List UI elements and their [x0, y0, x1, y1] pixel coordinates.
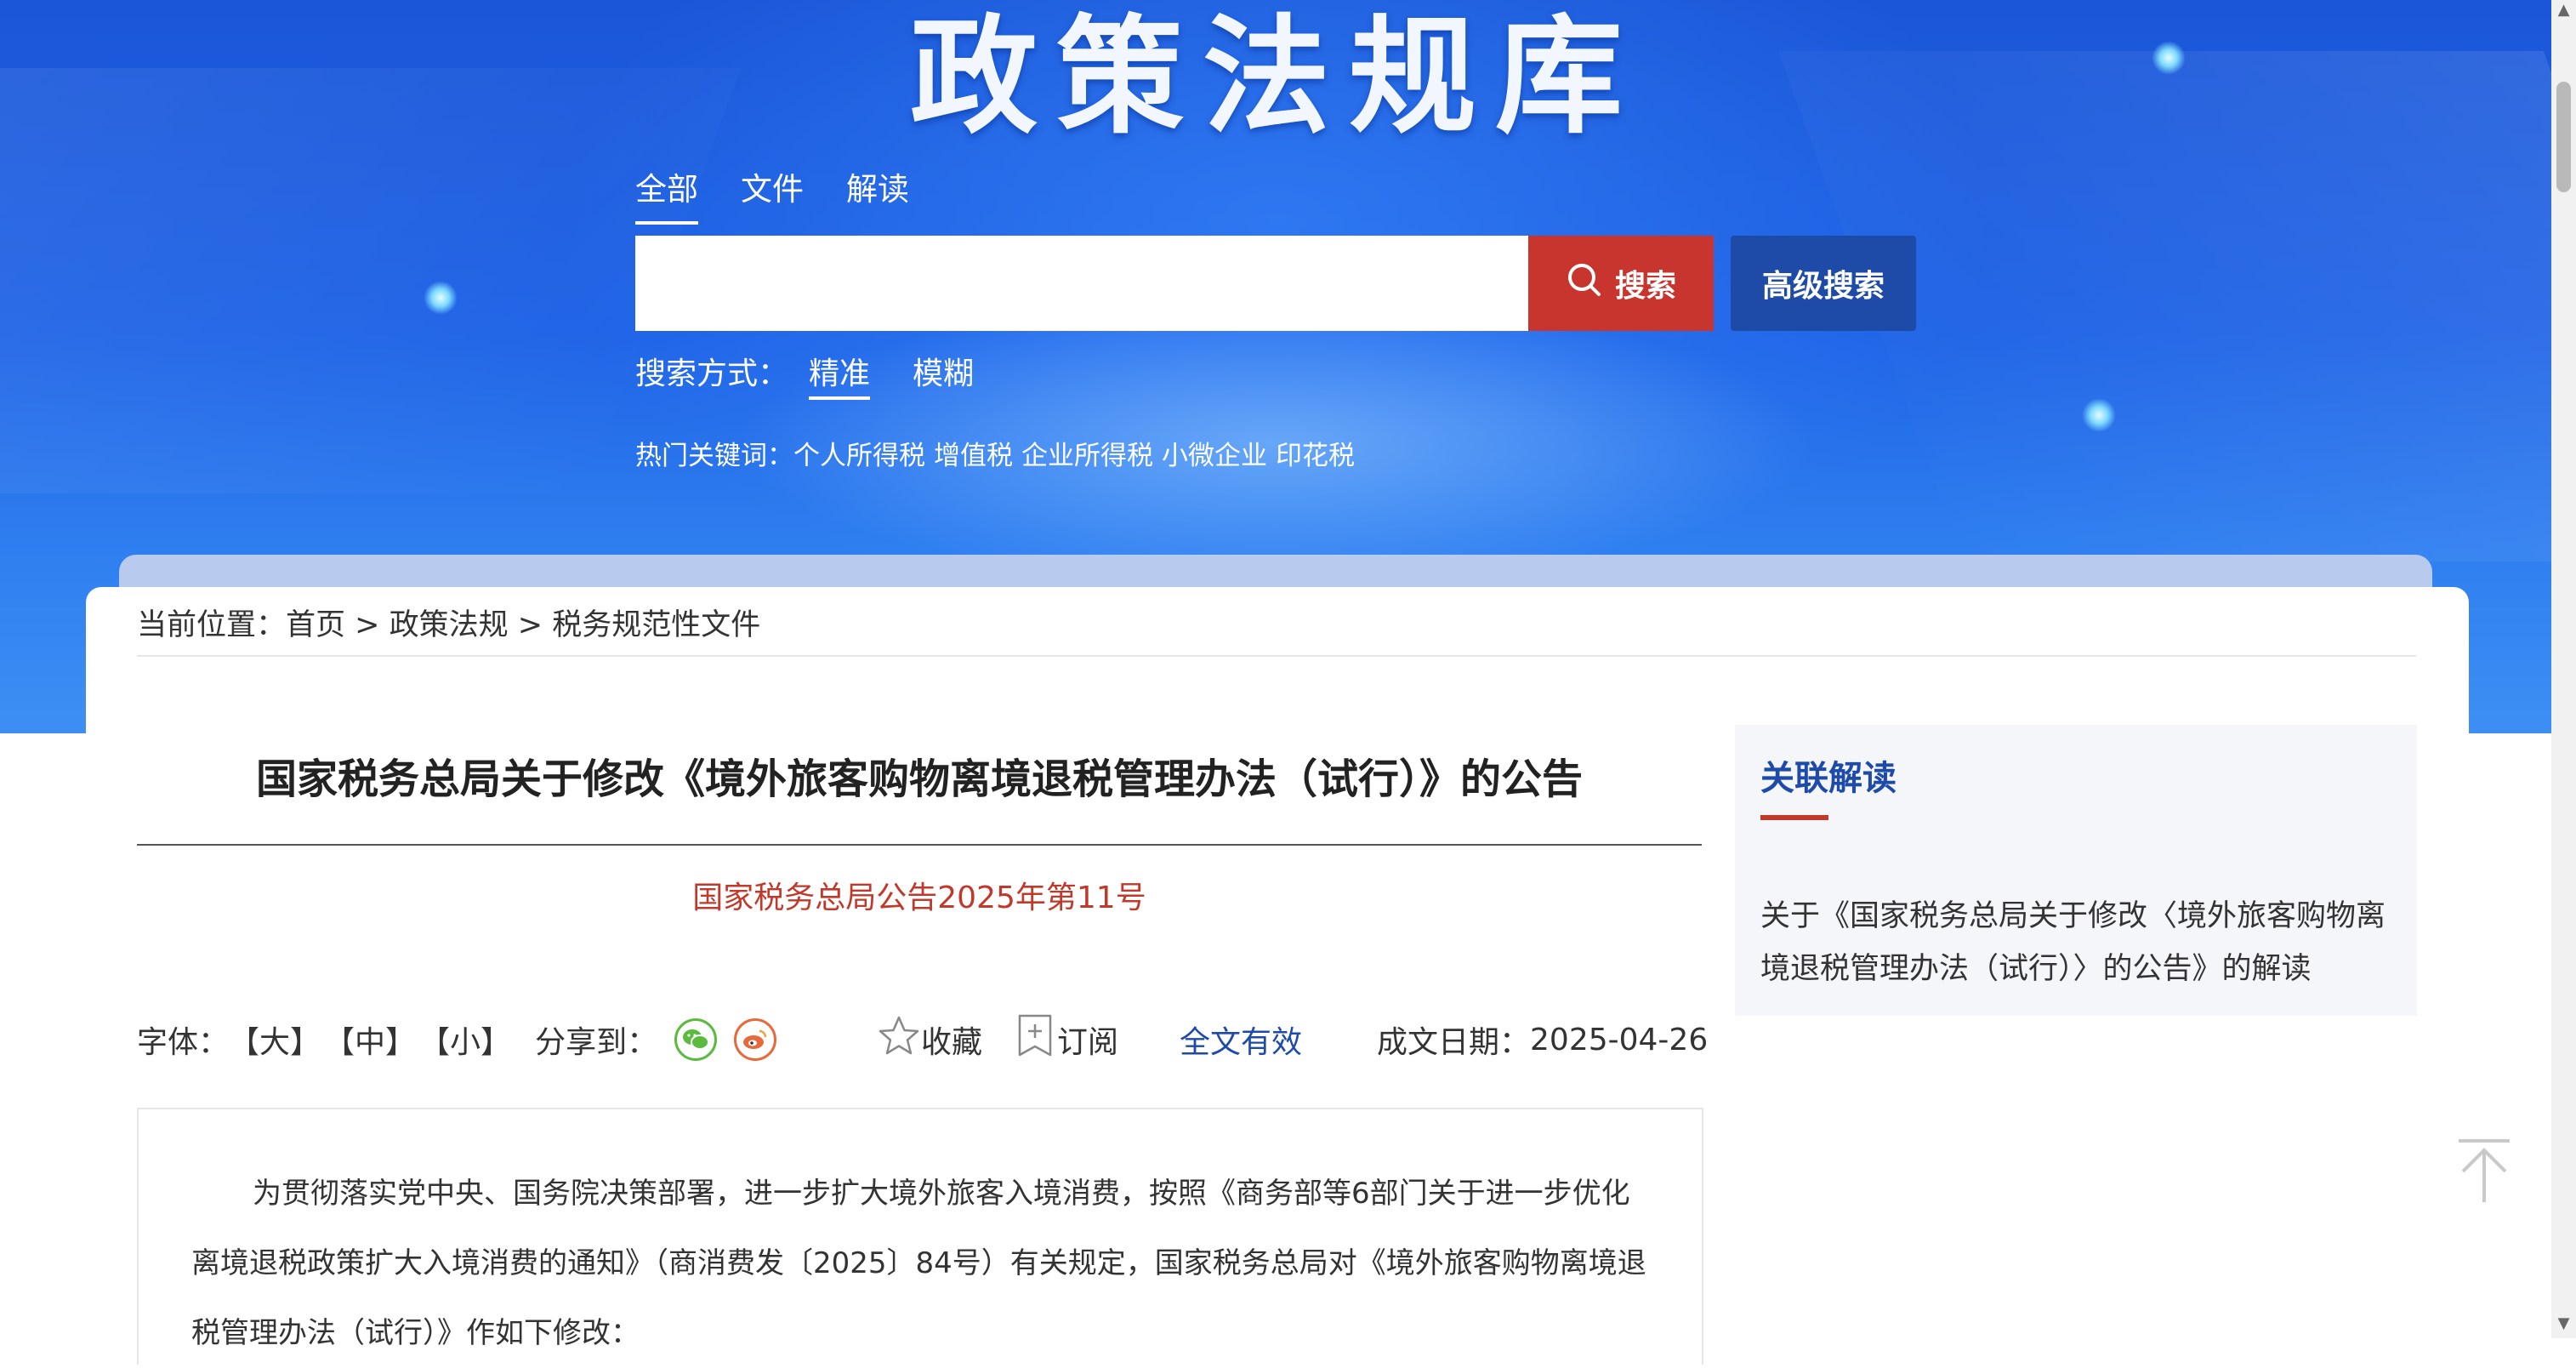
tab-all[interactable]: 全部 — [635, 168, 698, 225]
subscribe-icon — [1013, 1012, 1057, 1068]
scroll-up-arrow-icon[interactable]: ▲ — [2556, 2, 2571, 19]
scroll-down-arrow-icon[interactable]: ▼ — [2556, 1315, 2571, 1332]
arrow-up-icon — [2454, 1139, 2514, 1209]
search-icon — [1566, 261, 1603, 306]
glow-dot — [2082, 398, 2116, 432]
advanced-search-button[interactable]: 高级搜索 — [1731, 236, 1916, 331]
breadcrumb-home[interactable]: 首页 — [286, 608, 345, 642]
breadcrumb-prefix: 当前位置： — [137, 608, 287, 642]
site-title: 政策法规库 — [910, 2, 1642, 151]
search-button-label: 搜索 — [1614, 269, 1676, 304]
page-scrollbar[interactable]: ▲ ▼ — [2551, 0, 2576, 1338]
banner-decoration — [0, 68, 741, 493]
hot-keywords-row: 热门关键词： 个人所得税 增值税 企业所得税 小微企业 印花税 — [635, 434, 1363, 472]
favorite-button[interactable]: 收藏 — [877, 1014, 982, 1065]
back-to-top-button[interactable] — [2454, 1137, 2514, 1206]
tab-interpretations[interactable]: 解读 — [846, 168, 909, 219]
validity-status-label[interactable]: 全文有效 — [1180, 1017, 1302, 1062]
search-mode-row: 搜索方式： 精准 模糊 — [635, 349, 974, 400]
breadcrumb-separator: > — [355, 608, 380, 642]
subscribe-label: 订阅 — [1057, 1025, 1119, 1060]
hot-keyword[interactable]: 小微企业 — [1162, 434, 1267, 472]
share-label: 分享到： — [535, 1025, 658, 1060]
date-label: 成文日期： — [1377, 1025, 1531, 1060]
breadcrumb-policies[interactable]: 政策法规 — [390, 608, 509, 642]
hot-keyword[interactable]: 增值税 — [934, 434, 1013, 472]
font-size-small-button[interactable]: 【小】 — [419, 1017, 511, 1062]
subscribe-button[interactable]: 订阅 — [1013, 1014, 1118, 1065]
font-size-label: 字体： — [137, 1025, 230, 1060]
divider — [137, 655, 2416, 657]
search-input[interactable] — [635, 236, 1528, 331]
favorite-label: 收藏 — [921, 1025, 983, 1060]
mode-fuzzy[interactable]: 模糊 — [913, 349, 974, 393]
related-interpretations-title: 关联解读 — [1760, 759, 1896, 798]
document-toolbar: 字体： 【大】 【中】 【小】 分享到： 收藏 订阅 全文有效 成文日期： 20… — [137, 1014, 1708, 1065]
document-number: 国家税务总局公告2025年第11号 — [692, 881, 1146, 915]
document-content: 为贯彻落实党中央、国务院决策部署，进一步扩大境外旅客入境消费，按照《商务部等6部… — [137, 1108, 1703, 1365]
title-accent-bar — [1760, 815, 1828, 820]
document-body-paragraph: 为贯彻落实党中央、国务院决策部署，进一步扩大境外旅客入境消费，按照《商务部等6部… — [191, 1177, 1646, 1350]
hot-keyword[interactable]: 印花税 — [1276, 434, 1355, 472]
validity-status: 全文有效 — [1180, 1014, 1302, 1065]
hot-keywords-label: 热门关键词： — [635, 441, 793, 471]
breadcrumb: 当前位置：首页 > 政策法规 > 税务规范性文件 — [137, 601, 760, 644]
glow-dot — [424, 281, 458, 315]
star-icon — [877, 1014, 921, 1066]
glow-dot — [2152, 41, 2186, 75]
hot-keyword[interactable]: 个人所得税 — [793, 434, 925, 472]
date-value: 2025-04-26 — [1530, 1022, 1709, 1057]
font-size-medium-button[interactable]: 【中】 — [324, 1017, 416, 1062]
search-tabs: 全部 文件 解读 — [635, 168, 909, 225]
weibo-icon[interactable] — [734, 1018, 777, 1061]
breadcrumb-separator: > — [517, 608, 543, 642]
font-size-controls: 字体： 【大】 【中】 【小】 分享到： — [137, 1014, 777, 1065]
scrollbar-thumb[interactable] — [2556, 82, 2571, 192]
title-divider — [137, 844, 1702, 846]
related-interpretation-link[interactable]: 关于《国家税务总局关于修改〈境外旅客购物离境退税管理办法（试行）〉的公告》的解读 — [1760, 890, 2390, 995]
wechat-icon[interactable] — [674, 1018, 718, 1061]
breadcrumb-category[interactable]: 税务规范性文件 — [552, 608, 760, 642]
hot-keyword[interactable]: 企业所得税 — [1021, 434, 1153, 472]
font-size-large-button[interactable]: 【大】 — [229, 1017, 321, 1062]
document-date: 成文日期： 2025-04-26 — [1377, 1014, 1708, 1065]
search-box — [635, 236, 1528, 331]
mode-exact[interactable]: 精准 — [809, 349, 871, 400]
search-button[interactable]: 搜索 — [1528, 236, 1714, 331]
search-mode-label: 搜索方式： — [635, 356, 789, 391]
document-title: 国家税务总局关于修改《境外旅客购物离境退税管理办法（试行）》的公告 — [255, 755, 1583, 803]
related-interpretations-panel: 关联解读 关于《国家税务总局关于修改〈境外旅客购物离境退税管理办法（试行）〉的公… — [1735, 725, 2417, 1016]
tab-documents[interactable]: 文件 — [741, 168, 804, 219]
